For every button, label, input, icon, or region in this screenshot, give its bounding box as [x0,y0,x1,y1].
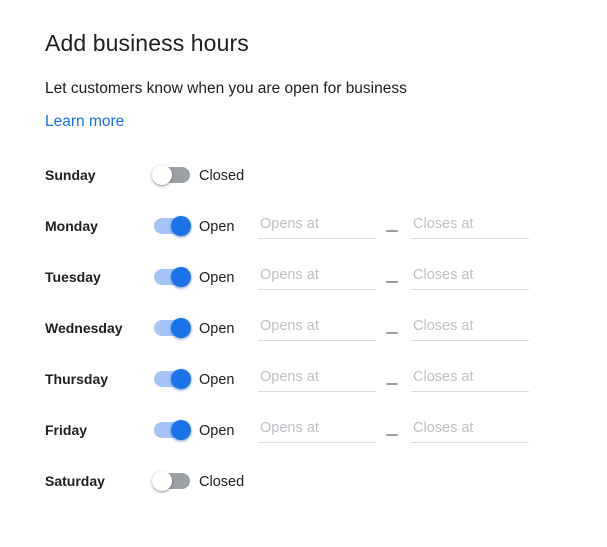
open-toggle-saturday[interactable] [152,469,192,493]
open-toggle-monday[interactable] [152,214,192,238]
learn-more-link[interactable]: Learn more [45,111,124,133]
open-toggle-thursday[interactable] [152,367,192,391]
toggle-knob [171,267,191,287]
state-label-friday: Open [199,423,235,439]
closes-at-input-friday[interactable] [411,415,529,443]
toggle-knob [152,165,172,185]
day-row-tuesday: Tuesday Open [0,254,607,305]
closes-at-input-monday[interactable] [411,211,529,239]
toggle-knob [171,369,191,389]
business-hours-list: SundayClosedMondayOpenTuesdayOpenWednesd… [0,152,607,509]
day-label-friday: Friday [45,422,88,438]
day-row-sunday: Sunday Closed [0,152,607,203]
opens-at-input-thursday[interactable] [258,364,376,392]
state-label-sunday: Closed [199,168,245,184]
time-range-dash-wednesday [386,332,398,334]
opens-at-input-tuesday[interactable] [258,262,376,290]
day-row-wednesday: Wednesday Open [0,305,607,356]
opens-at-input-wednesday[interactable] [258,313,376,341]
time-range-dash-thursday [386,383,398,385]
day-row-thursday: Thursday Open [0,356,607,407]
time-range-dash-friday [386,434,398,436]
day-label-thursday: Thursday [45,371,109,387]
state-label-saturday: Closed [199,474,245,490]
page-subtitle: Let customers know when you are open for… [45,80,407,97]
toggle-knob [171,318,191,338]
day-row-monday: Monday Open [0,203,607,254]
opens-at-input-friday[interactable] [258,415,376,443]
time-range-dash-monday [386,230,398,232]
toggle-knob [152,471,172,491]
open-toggle-sunday[interactable] [152,163,192,187]
day-label-saturday: Saturday [45,473,105,489]
day-row-friday: Friday Open [0,407,607,458]
open-toggle-wednesday[interactable] [152,316,192,340]
day-label-wednesday: Wednesday [45,320,123,336]
closes-at-input-wednesday[interactable] [411,313,529,341]
state-label-wednesday: Open [199,321,235,337]
page-title: Add business hours [45,30,249,56]
state-label-tuesday: Open [199,270,235,286]
toggle-knob [171,420,191,440]
state-label-thursday: Open [199,372,235,388]
day-label-monday: Monday [45,218,98,234]
opens-at-input-monday[interactable] [258,211,376,239]
day-row-saturday: Saturday Closed [0,458,607,509]
day-label-sunday: Sunday [45,167,96,183]
toggle-knob [171,216,191,236]
state-label-monday: Open [199,219,235,235]
business-hours-page: Add business hours Let customers know wh… [0,0,607,547]
open-toggle-tuesday[interactable] [152,265,192,289]
closes-at-input-thursday[interactable] [411,364,529,392]
open-toggle-friday[interactable] [152,418,192,442]
closes-at-input-tuesday[interactable] [411,262,529,290]
time-range-dash-tuesday [386,281,398,283]
day-label-tuesday: Tuesday [45,269,101,285]
